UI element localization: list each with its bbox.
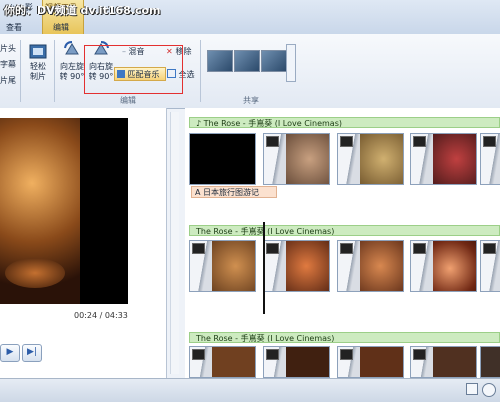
play-button[interactable]: ▶ xyxy=(0,344,20,362)
film-icon xyxy=(340,349,353,360)
film-icon xyxy=(266,243,279,254)
share-theme-1[interactable] xyxy=(207,50,233,72)
ribbon-separator xyxy=(200,40,201,102)
video-clip[interactable] xyxy=(189,240,256,292)
video-clip[interactable] xyxy=(337,133,404,185)
tab-edit[interactable]: 编辑 xyxy=(53,22,69,33)
video-clip[interactable] xyxy=(410,240,477,292)
share-theme-3[interactable] xyxy=(261,50,287,72)
easy-clip-button[interactable]: 轻松 制片 xyxy=(24,42,52,82)
video-preview xyxy=(0,118,128,304)
video-clip[interactable] xyxy=(337,240,404,292)
video-clip[interactable] xyxy=(263,240,330,292)
credits-button[interactable]: 片尾 xyxy=(0,76,16,86)
video-clip[interactable] xyxy=(263,346,330,378)
title-button[interactable]: 片头 xyxy=(0,44,16,54)
video-clip[interactable] xyxy=(480,240,500,292)
film-icon xyxy=(266,136,279,147)
film-icon xyxy=(340,243,353,254)
video-clip[interactable] xyxy=(189,346,256,378)
film-icon xyxy=(483,243,496,254)
next-frame-button[interactable]: ▶| xyxy=(22,344,42,362)
easy-clip-label-1: 轻松 xyxy=(30,62,46,71)
playhead[interactable] xyxy=(263,222,265,314)
film-icon xyxy=(192,243,205,254)
gallery-scroll[interactable] xyxy=(286,44,296,82)
rotate-left-label-2: 转 90° xyxy=(59,72,85,81)
group-label-share: 共享 xyxy=(243,96,259,105)
status-bar xyxy=(0,378,500,402)
video-clip[interactable] xyxy=(480,346,500,378)
easy-clip-label-2: 制片 xyxy=(30,72,46,81)
film-icon xyxy=(266,349,279,360)
rotate-left-label-1: 向左旋 xyxy=(60,62,84,71)
splitter[interactable] xyxy=(170,112,179,374)
video-clip[interactable] xyxy=(263,133,330,185)
watermark: 你的：DV频道 dv.it168.com xyxy=(4,4,161,17)
video-clip[interactable] xyxy=(337,346,404,378)
film-icon xyxy=(413,243,426,254)
film-icon xyxy=(483,136,496,147)
video-clip[interactable] xyxy=(480,133,500,185)
easy-clip-icon xyxy=(29,44,47,59)
next-frame-icon: ▶| xyxy=(27,347,37,357)
playback-time: 00:24 / 04:33 xyxy=(74,311,128,320)
rotate-left-icon xyxy=(64,41,79,55)
film-icon xyxy=(413,136,426,147)
film-icon xyxy=(340,136,353,147)
play-icon: ▶ xyxy=(6,347,14,357)
video-clip[interactable] xyxy=(410,133,477,185)
audio-track[interactable]: The Rose - 手嶌葵 (I Love Cinemas) xyxy=(189,225,500,236)
ribbon-separator xyxy=(20,40,21,102)
tab-view[interactable]: 查看 xyxy=(6,22,22,33)
ribbon-separator xyxy=(54,40,55,102)
food-plate-image xyxy=(5,258,65,288)
audio-track[interactable]: The Rose - 手嶌葵 (I Love Cinemas) xyxy=(189,332,500,343)
zoom-out-icon[interactable] xyxy=(482,383,496,397)
caption-button[interactable]: 字幕 xyxy=(0,60,16,70)
audio-track[interactable]: ♪ The Rose - 手嶌葵 (I Love Cinemas) xyxy=(189,117,500,128)
rotate-left-button[interactable]: 向左旋 转 90° xyxy=(58,40,86,82)
share-theme-2[interactable] xyxy=(234,50,260,72)
film-icon xyxy=(192,349,205,360)
video-clip[interactable] xyxy=(189,133,256,185)
caption-track[interactable]: A 日本旅行图游记 xyxy=(191,186,277,198)
film-icon xyxy=(413,349,426,360)
group-label-edit: 编辑 xyxy=(120,96,136,105)
thumbnail-size-icon[interactable] xyxy=(466,383,478,395)
highlight-box xyxy=(84,45,183,94)
video-clip[interactable] xyxy=(410,346,477,378)
